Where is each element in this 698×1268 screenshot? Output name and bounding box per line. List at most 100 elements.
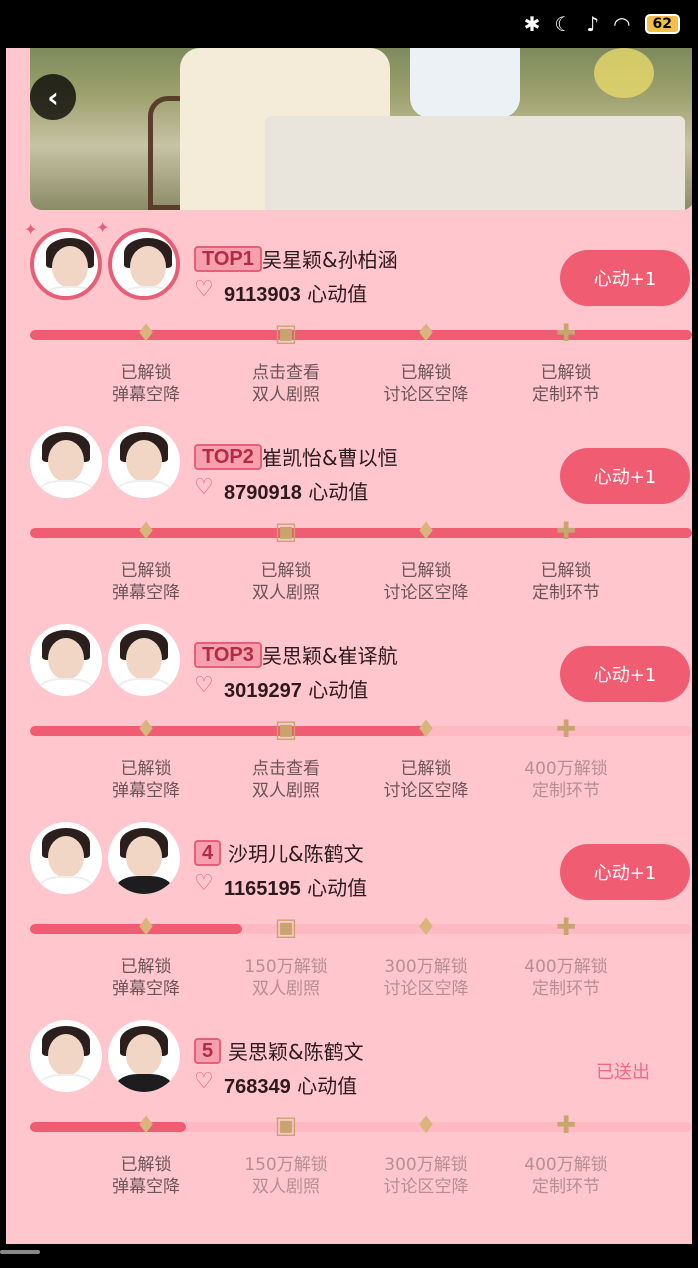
milestone-status: 已: [646, 362, 692, 384]
avatar-body: [116, 876, 172, 894]
avatar-face: [126, 836, 162, 878]
photo-icon[interactable]: ▣: [271, 910, 301, 944]
milestone-status: 150万解锁: [244, 957, 328, 977]
photo-icon[interactable]: ▣: [271, 316, 301, 350]
gift-icon[interactable]: ✚: [551, 514, 581, 548]
back-button[interactable]: ‹: [30, 74, 76, 120]
milestone-label[interactable]: 150万解锁 双人剧照: [226, 956, 346, 1000]
milestone-reward: 讨论区空降: [383, 781, 469, 801]
heart-score: 1165195 心动值: [224, 872, 367, 901]
vote-button[interactable]: 心动+1: [560, 448, 690, 504]
photo-icon[interactable]: ▣: [271, 712, 301, 746]
battery-indicator: 62: [644, 14, 680, 34]
milestone-label: 50(未: [646, 1154, 693, 1198]
milestone-status: 400万解锁: [524, 957, 608, 977]
balloon-icon[interactable]: ♦: [411, 1108, 441, 1142]
avatar-face: [48, 440, 84, 482]
couple-names: 吴思颖&崔译航: [262, 644, 398, 668]
milestone-reward: 双人剧照: [252, 781, 320, 801]
score-unit: 心动值: [300, 282, 368, 306]
heart-icon: ♡: [194, 673, 214, 698]
avatar-face: [130, 246, 166, 288]
gesture-handle[interactable]: [0, 1250, 40, 1254]
avatar: [30, 624, 102, 696]
avatar-body: [116, 1074, 172, 1092]
milestone-label[interactable]: 点击查看 双人剧照: [226, 758, 346, 802]
avatar: [108, 1020, 180, 1092]
milestone-status: 已解锁: [400, 561, 452, 581]
gift-icon[interactable]: ✚: [551, 712, 581, 746]
milestone-label[interactable]: 已解锁 双人剧照: [226, 560, 346, 604]
milestone-label: 已解锁 弹幕空降: [86, 560, 206, 604]
heart-score: 9113903 心动值: [224, 278, 367, 307]
balloon-icon[interactable]: ♦: [131, 1108, 161, 1142]
balloon-icon[interactable]: ♦: [411, 712, 441, 746]
mute-bell-icon: ♪: [586, 12, 600, 36]
progress-fill: [30, 1122, 186, 1132]
vote-button[interactable]: 心动+1: [560, 844, 690, 900]
avatar-face: [126, 638, 162, 680]
avatar-face: [48, 836, 84, 878]
milestone-status: 已解锁: [400, 363, 452, 383]
score-value: 1165195: [224, 878, 301, 900]
milestone-reward: 讨论区空降: [383, 583, 469, 603]
balloon-icon[interactable]: ♦: [131, 316, 161, 350]
milestone-status: 50(: [646, 956, 693, 978]
milestone-reward: 定制环节: [532, 1177, 600, 1197]
milestone-status: 300万解锁: [384, 957, 468, 977]
score-unit: 心动值: [301, 678, 369, 702]
milestone-status: 已解锁: [120, 759, 172, 779]
avatar-body: [116, 678, 172, 696]
vote-button[interactable]: 心动+1: [560, 250, 690, 306]
rank-badge: TOP1: [194, 246, 262, 272]
avatar: [30, 228, 102, 300]
milestone-label: 已未: [646, 560, 692, 604]
avatar-face: [48, 638, 84, 680]
milestone-status: 已解锁: [400, 759, 452, 779]
milestone-reward: 弹幕空降: [112, 583, 180, 603]
gift-icon[interactable]: ✚: [551, 910, 581, 944]
milestone-reward: 讨论区空降: [383, 385, 469, 405]
milestone-label: 50(未: [646, 758, 693, 802]
balloon-icon[interactable]: ♦: [131, 910, 161, 944]
balloon-icon[interactable]: ♦: [411, 910, 441, 944]
photo-icon[interactable]: ▣: [271, 1108, 301, 1142]
score-unit: 心动值: [290, 1074, 358, 1098]
wifi-icon: ◠: [613, 12, 631, 36]
milestone-status: 已解锁: [120, 363, 172, 383]
gift-icon[interactable]: ✚: [551, 316, 581, 350]
milestone-reward: 双人剧照: [252, 1177, 320, 1197]
sent-label: 已送出: [596, 1062, 650, 1083]
couple-names: 吴星颖&孙柏涵: [262, 248, 398, 272]
milestone-status: 已解锁: [120, 1155, 172, 1175]
balloon-icon[interactable]: ♦: [131, 712, 161, 746]
couple-names: 崔凯怡&曹以恒: [262, 446, 398, 470]
milestone-label[interactable]: 150万解锁 双人剧照: [226, 1154, 346, 1198]
milestone-reward: 未: [646, 978, 692, 1000]
avatar-body: [116, 480, 172, 498]
sparkle-icon: ✦: [24, 220, 38, 239]
milestone-label: 已未: [646, 362, 692, 406]
balloon-icon[interactable]: ♦: [411, 514, 441, 548]
balloon-icon[interactable]: ♦: [131, 514, 161, 548]
ranking-entry: TOP2 崔凯怡&曹以恒 ♡ 8790918 心动值 心动+1 ♦ 已解锁 弹幕空降 ▣ 已解锁双…: [6, 422, 692, 620]
balloon-icon[interactable]: ♦: [411, 316, 441, 350]
ranking-entry: ✦ ✦ TOP1 吴星颖&孙柏涵 ♡ 9113903 心动值 心动+1 ♦ 已解锁 弹幕空降 ▣ 点击…: [6, 218, 692, 422]
milestone-label: 已解锁 讨论区空降: [366, 560, 486, 604]
gift-icon[interactable]: ✚: [551, 1108, 581, 1142]
score-value: 9113903: [224, 284, 301, 306]
milestone-label[interactable]: 点击查看 双人剧照: [226, 362, 346, 406]
milestone-label: 已解锁 定制环节: [506, 362, 626, 406]
heart-icon: ♡: [194, 277, 214, 302]
avatar-body: [38, 1074, 94, 1092]
milestone-status: 点击查看: [252, 363, 320, 383]
heart-icon: ♡: [194, 871, 214, 896]
photo-icon[interactable]: ▣: [271, 514, 301, 548]
milestone-label: 400万解锁 定制环节: [506, 758, 626, 802]
milestone-reward: 定制环节: [532, 385, 600, 405]
avatar-body: [38, 480, 94, 498]
vote-button[interactable]: 心动+1: [560, 646, 690, 702]
milestone-reward: 未: [646, 1176, 692, 1198]
page: ‹ ✦ ✦ TOP1 吴星颖&孙柏涵 ♡ 9113903 心动值 心动+1 ♦ 已解锁 弹幕空降 ▣…: [0, 48, 698, 1244]
milestone-status: 已解锁: [260, 561, 312, 581]
